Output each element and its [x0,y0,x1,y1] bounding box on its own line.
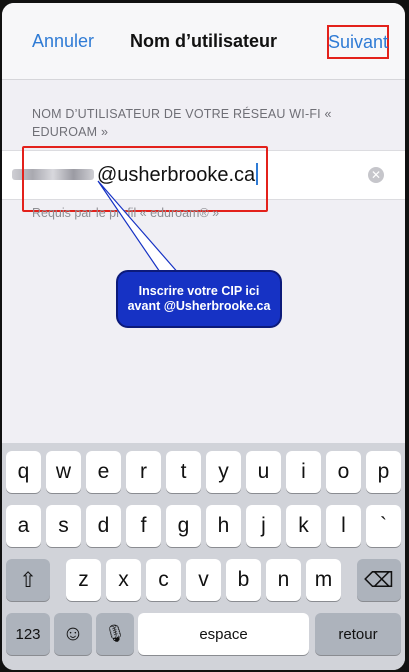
return-key[interactable]: retour [315,613,401,655]
field-highlight-box [22,146,268,212]
next-button[interactable]: Suivant [327,25,389,59]
key-t[interactable]: t [166,451,201,493]
key-b[interactable]: b [226,559,261,601]
key-l[interactable]: l [326,505,361,547]
navigation-bar: Annuler Nom d’utilisateur Suivant [2,3,405,80]
key-backtick[interactable]: ` [366,505,401,547]
key-i[interactable]: i [286,451,321,493]
key-h[interactable]: h [206,505,241,547]
microphone-key-icon[interactable]: 🎙 [96,613,134,655]
key-o[interactable]: o [326,451,361,493]
callout-line-2: avant @Usherbrooke.ca [127,299,271,313]
key-v[interactable]: v [186,559,221,601]
key-n[interactable]: n [266,559,301,601]
key-u[interactable]: u [246,451,281,493]
key-c[interactable]: c [146,559,181,601]
keyboard: q w e r t y u i o p a s d f g h j k l ` … [2,443,405,670]
key-d[interactable]: d [86,505,121,547]
key-w[interactable]: w [46,451,81,493]
section-header: NOM D’UTILISATEUR DE VOTRE RÉSEAU WI-FI … [32,107,332,139]
delete-key-icon[interactable]: ⌫ [357,559,401,601]
key-j[interactable]: j [246,505,281,547]
key-q[interactable]: q [6,451,41,493]
key-f[interactable]: f [126,505,161,547]
keyboard-row-1: q w e r t y u i o p [2,451,405,495]
space-key[interactable]: espace [138,613,309,655]
key-s[interactable]: s [46,505,81,547]
numbers-key[interactable]: 123 [6,613,50,655]
key-p[interactable]: p [366,451,401,493]
callout-line-1: Inscrire votre CIP ici [138,284,260,298]
key-a[interactable]: a [6,505,41,547]
emoji-key-icon[interactable]: ☺ [54,613,92,655]
key-m[interactable]: m [306,559,341,601]
keyboard-row-3: ⇧ z x c v b n m ⌫ [2,559,405,603]
shift-key-icon[interactable]: ⇧ [6,559,50,601]
key-g[interactable]: g [166,505,201,547]
key-z[interactable]: z [66,559,101,601]
keyboard-row-2: a s d f g h j k l ` [2,505,405,549]
device-frame: Annuler Nom d’utilisateur Suivant NOM D’… [0,0,409,672]
key-e[interactable]: e [86,451,121,493]
clear-text-icon[interactable]: ✕ [368,167,384,183]
key-k[interactable]: k [286,505,321,547]
section-footer: Requis par le profil « eduroam® » [32,206,220,220]
screen: Annuler Nom d’utilisateur Suivant NOM D’… [2,3,405,670]
keyboard-row-4: 123 ☺ 🎙 espace retour [2,613,405,657]
instruction-callout: Inscrire votre CIP ici avant @Usherbrook… [116,270,282,328]
key-y[interactable]: y [206,451,241,493]
key-x[interactable]: x [106,559,141,601]
key-r[interactable]: r [126,451,161,493]
